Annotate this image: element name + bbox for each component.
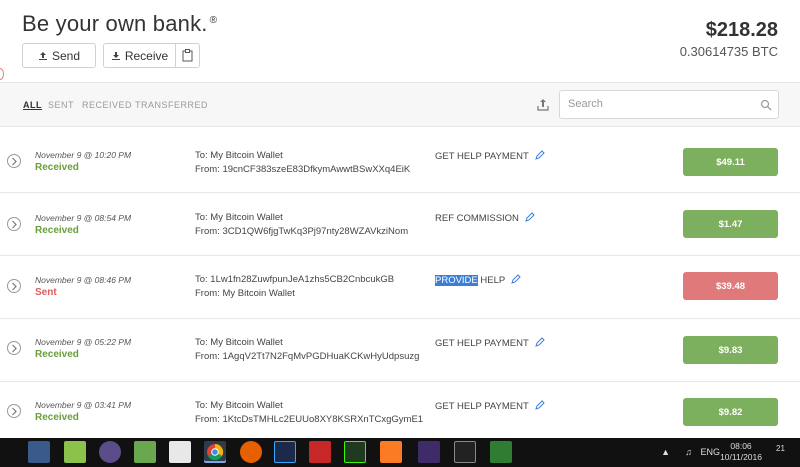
transaction-to: To: My Bitcoin Wallet: [195, 150, 283, 161]
amount-badge: $1.47: [683, 210, 778, 238]
visual-studio-icon[interactable]: [418, 441, 440, 463]
amount-badge: $39.48: [683, 272, 778, 300]
upload-icon: [38, 51, 47, 60]
transaction-to: To: My Bitcoin Wallet: [195, 212, 283, 223]
receive-button-label: Receive: [124, 48, 169, 63]
bluestacks-icon[interactable]: [64, 441, 86, 463]
brand-title: Be your own bank. ®: [22, 11, 218, 36]
search-input[interactable]: [568, 98, 748, 110]
transaction-from: From: 3CD1QW6fjgTwKq3Pj97nty28WZAVkziNom: [195, 226, 409, 237]
filter-bar: ALL SENT RECEIVED TRANSFERRED: [0, 82, 800, 127]
transaction-date: November 9 @ 03:41 PM: [35, 400, 132, 410]
winamp-icon[interactable]: [99, 441, 121, 463]
search-icon[interactable]: [760, 99, 772, 111]
transaction-row[interactable]: November 9 @ 03:41 PM Received To: My Bi…: [0, 382, 800, 445]
edit-pencil-icon[interactable]: [535, 150, 545, 160]
transaction-date: November 9 @ 08:46 PM: [35, 275, 132, 285]
store-icon[interactable]: [490, 441, 512, 463]
xampp-icon[interactable]: [380, 441, 402, 463]
network-icon[interactable]: ▲: [661, 447, 670, 457]
transaction-from: From: 1KtcDsTMHLc2EUUo8XY8KSRXnTCxgGymE1: [195, 414, 424, 425]
balance-btc: 0.30614735 BTC: [679, 44, 778, 59]
transaction-date: November 9 @ 08:54 PM: [35, 213, 132, 223]
windows-taskbar: ▲ ♫ ENG 08:06 10/11/2016 21: [0, 438, 800, 467]
expand-chevron-icon[interactable]: [7, 404, 21, 418]
balance-usd: $218.28: [705, 19, 778, 41]
transaction-from: From: My Bitcoin Wallet: [195, 288, 295, 299]
amount-badge: $49.11: [683, 148, 778, 176]
transaction-to: To: 1Lw1fn28ZuwfpunJeA1zhs5CB2CnbcukGB: [195, 274, 395, 285]
transaction-description[interactable]: GET HELP PAYMENT: [435, 400, 545, 412]
greenshot-icon[interactable]: [134, 441, 156, 463]
edge-indicator: [0, 68, 4, 80]
tab-received[interactable]: RECEIVED: [82, 100, 132, 110]
dreamweaver-icon[interactable]: [344, 441, 366, 463]
receive-button[interactable]: Receive: [103, 43, 176, 68]
export-icon[interactable]: [536, 98, 550, 112]
transaction-description[interactable]: GET HELP PAYMENT: [435, 150, 545, 162]
expand-chevron-icon[interactable]: [7, 279, 21, 293]
transaction-date: November 9 @ 10:20 PM: [35, 150, 132, 160]
search-box: [559, 90, 779, 119]
transaction-status: Received: [35, 225, 79, 236]
edit-pencil-icon[interactable]: [535, 337, 545, 347]
edit-pencil-icon[interactable]: [535, 400, 545, 410]
transaction-description[interactable]: GET HELP PAYMENT: [435, 337, 545, 349]
tab-sent[interactable]: SENT: [48, 100, 74, 110]
transaction-row[interactable]: November 9 @ 08:46 PM Sent To: 1Lw1fn28Z…: [0, 256, 800, 319]
chrome-icon[interactable]: [204, 441, 226, 463]
transaction-status: Received: [35, 349, 79, 360]
transaction-status: Sent: [35, 287, 57, 298]
transaction-description[interactable]: REF COMMISSION: [435, 212, 535, 224]
transaction-status: Received: [35, 162, 79, 173]
amount-badge: $9.83: [683, 336, 778, 364]
transaction-to: To: My Bitcoin Wallet: [195, 400, 283, 411]
photoshop-icon[interactable]: [274, 441, 296, 463]
transaction-status: Received: [35, 412, 79, 423]
clock[interactable]: 08:06 10/11/2016: [720, 441, 762, 463]
send-button[interactable]: Send: [22, 43, 96, 68]
edit-pencil-icon[interactable]: [511, 274, 521, 284]
expand-chevron-icon[interactable]: [7, 154, 21, 168]
acrobat-icon[interactable]: [309, 441, 331, 463]
wallet-app: Be your own bank. ® Send Receive $218.28 …: [0, 0, 800, 467]
clipboard-icon: [182, 49, 193, 62]
tab-transferred[interactable]: TRANSFERRED: [135, 100, 208, 110]
notepad-icon[interactable]: [169, 441, 191, 463]
transaction-row[interactable]: November 9 @ 08:54 PM Received To: My Bi…: [0, 193, 800, 256]
transaction-from: From: 1AgqV2Tt7N2FqMvPGDHuaKCKwHyUdpsuzg: [195, 351, 420, 362]
command-prompt-icon[interactable]: [454, 441, 476, 463]
language-indicator[interactable]: ENG: [700, 447, 720, 457]
clipboard-button[interactable]: [175, 43, 200, 68]
send-button-label: Send: [51, 48, 81, 63]
transaction-description[interactable]: PROVIDE HELP: [435, 274, 521, 286]
tab-all[interactable]: ALL: [23, 100, 42, 110]
firefox-icon[interactable]: [240, 441, 262, 463]
transaction-row[interactable]: November 9 @ 05:22 PM Received To: My Bi…: [0, 319, 800, 382]
transaction-row[interactable]: November 9 @ 10:20 PM Received To: My Bi…: [0, 130, 800, 193]
download-icon: [111, 51, 120, 60]
transaction-date: November 9 @ 05:22 PM: [35, 337, 132, 347]
wallet-header: Be your own bank. ® Send Receive $218.28 …: [0, 0, 800, 82]
amount-badge: $9.82: [683, 398, 778, 426]
edit-pencil-icon[interactable]: [525, 212, 535, 222]
volume-icon[interactable]: ♫: [685, 447, 692, 457]
notification-icon[interactable]: 21: [776, 444, 792, 460]
transaction-from: From: 19cnCF383szeE83DfkymAwwtBSwXXq4EiK: [195, 164, 411, 175]
transaction-to: To: My Bitcoin Wallet: [195, 337, 283, 348]
expand-chevron-icon[interactable]: [7, 341, 21, 355]
expand-chevron-icon[interactable]: [7, 217, 21, 231]
file-explorer-icon[interactable]: [28, 441, 50, 463]
